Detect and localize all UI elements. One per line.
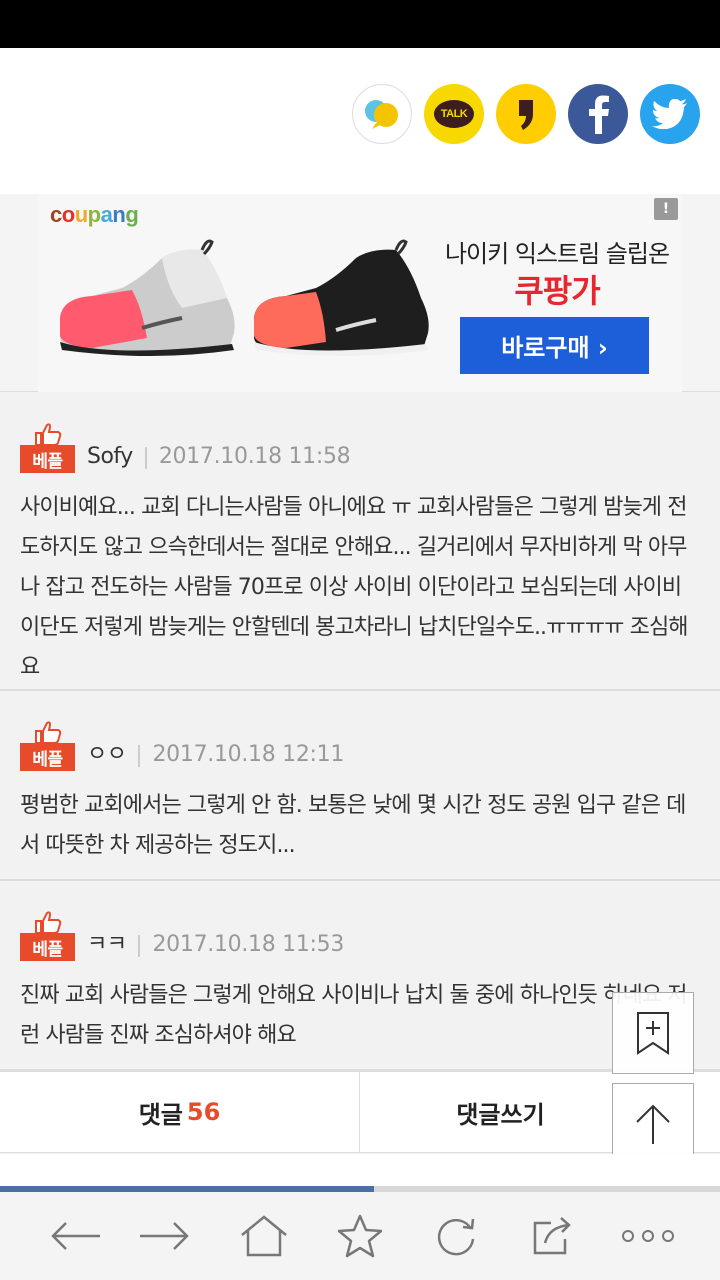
comment-header: 베플 ㅋㅋ 2017.10.18 11:53 (20, 911, 344, 961)
comment-header: 베플 ㅇㅇ 2017.10.18 12:11 (20, 721, 344, 771)
favorites-button[interactable] (324, 1204, 396, 1268)
arrow-up-icon (636, 1104, 670, 1144)
refresh-button[interactable] (420, 1204, 492, 1268)
more-dots-icon (622, 1230, 674, 1242)
best-comment-badge: 베플 (20, 721, 75, 771)
comment-count-label: 댓글 (138, 1100, 183, 1129)
scroll-to-top-button[interactable] (612, 1083, 694, 1165)
black-shoe-image (254, 239, 429, 356)
arrow-left-icon (51, 1222, 100, 1250)
coupang-logo: coupang (50, 202, 139, 227)
thumbs-up-icon (35, 911, 62, 933)
comment-date: 2017.10.18 11:58 (158, 444, 351, 469)
arrow-right-icon (140, 1222, 189, 1250)
comment-count-number: 56 (186, 1098, 221, 1126)
forward-button[interactable] (128, 1204, 200, 1268)
best-label: 베플 (20, 933, 75, 961)
content-continuation (0, 1154, 720, 1186)
comment-author[interactable]: ㅇㅇ (87, 741, 127, 771)
best-label: 베플 (20, 743, 75, 771)
ad-info-icon[interactable]: ! (654, 198, 678, 220)
comment-item: 베플 Sofy 2017.10.18 11:58 사이비예요... 교회 다니는… (0, 393, 720, 691)
twitter-share-icon[interactable] (640, 84, 700, 144)
ad-content: coupang 나이키 익스트림 슬립온 쿠팡가 바로구매 › (38, 194, 682, 392)
ad-title: 나이키 익스트림 슬립온 (444, 240, 670, 268)
ad-banner[interactable]: coupang 나이키 익스트림 슬립온 쿠팡가 바로구매 › (0, 194, 720, 392)
kakao-story-color-share-icon[interactable] (352, 84, 412, 144)
comment-date: 2017.10.18 12:11 (152, 742, 345, 767)
divider (138, 745, 141, 767)
refresh-icon (437, 1218, 475, 1256)
divider (138, 935, 141, 957)
best-label: 베플 (20, 445, 75, 473)
comment-date: 2017.10.18 11:53 (152, 932, 345, 957)
comment-text: 사이비예요... 교회 다니는사람들 아니에요 ㅠ 교회사람들은 그렇게 밤늦게… (20, 495, 689, 680)
kakao-talk-share-icon[interactable]: TALK (424, 84, 484, 144)
divider (144, 447, 147, 469)
comment-author[interactable]: Sofy (87, 443, 133, 473)
home-icon (241, 1215, 287, 1257)
comment-author[interactable]: ㅋㅋ (87, 931, 127, 961)
share-button[interactable] (516, 1204, 588, 1268)
browser-toolbar (0, 1192, 720, 1280)
best-comment-badge: 베플 (20, 423, 75, 473)
facebook-share-icon[interactable] (568, 84, 628, 144)
comment-header: 베플 Sofy 2017.10.18 11:58 (20, 423, 351, 473)
comment-text: 진짜 교회 사람들은 그렇게 안해요 사이비나 납치 둘 중에 하나인듯 하네요… (20, 983, 687, 1048)
comment-item: 베플 ㅇㅇ 2017.10.18 12:11 평범한 교회에서는 그렇게 안 함… (0, 691, 720, 881)
back-button[interactable] (40, 1204, 112, 1268)
comment-count-button[interactable]: 댓글 56 (0, 1072, 360, 1152)
best-comment-badge: 베플 (20, 911, 75, 961)
share-icon (533, 1217, 571, 1255)
thumbs-up-icon (35, 423, 62, 445)
bookmark-add-icon (637, 1012, 669, 1055)
more-menu-button[interactable] (612, 1204, 684, 1268)
star-icon (337, 1214, 383, 1258)
kakao-story-share-icon[interactable] (496, 84, 556, 144)
ad-price-label: 쿠팡가 (514, 272, 600, 310)
buy-now-button[interactable]: 바로구매 › (460, 317, 649, 374)
share-bar: TALK (0, 48, 720, 194)
pink-shoe-image (60, 239, 235, 356)
add-bookmark-button[interactable] (612, 992, 694, 1074)
home-button[interactable] (228, 1204, 300, 1268)
status-bar (0, 0, 720, 48)
thumbs-up-icon (35, 721, 62, 743)
comment-text: 평범한 교회에서는 그렇게 안 함. 보통은 낮에 몇 시간 정도 공원 입구 … (20, 793, 686, 858)
talk-label: TALK (434, 100, 474, 128)
